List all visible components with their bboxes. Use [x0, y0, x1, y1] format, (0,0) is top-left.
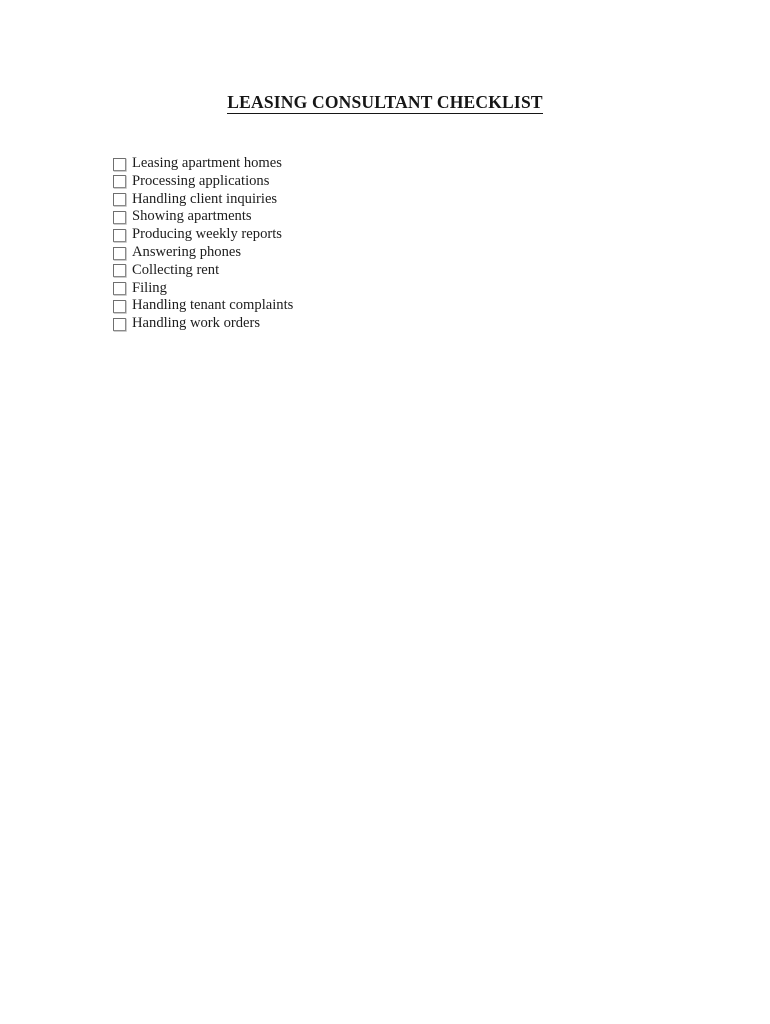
list-item[interactable]: Filing: [113, 280, 633, 298]
list-item[interactable]: Producing weekly reports: [113, 226, 633, 244]
checkbox-icon[interactable]: [113, 246, 126, 260]
list-item-label: Showing apartments: [132, 208, 252, 225]
list-item[interactable]: Handling tenant complaints: [113, 297, 633, 315]
checkbox-icon[interactable]: [113, 157, 126, 171]
list-item-label: Leasing apartment homes: [132, 155, 282, 171]
list-item-label: Answering phones: [132, 243, 242, 260]
checkbox-icon[interactable]: [113, 210, 126, 224]
list-item-label: Handling tenant complaints: [132, 297, 294, 314]
list-item-label: Processing applications: [132, 172, 270, 189]
list-item-label: Handling client inquiries: [132, 190, 278, 207]
list-item-label: Producing weekly reports: [132, 226, 282, 243]
list-item[interactable]: Leasing apartment homes: [113, 155, 633, 173]
list-item-label: Collecting rent: [132, 261, 220, 278]
list-item-label: Handling work orders: [132, 315, 261, 332]
document-page: LEASING CONSULTANT CHECKLIST Leasing apa…: [0, 0, 770, 1024]
checkbox-icon[interactable]: [113, 282, 126, 296]
list-item[interactable]: Handling client inquiries: [113, 191, 633, 209]
checklist: Leasing apartment homes Processing appli…: [113, 155, 633, 333]
list-item-label: Filing: [132, 279, 167, 296]
list-item[interactable]: Collecting rent: [113, 262, 633, 280]
page-title-text: LEASING CONSULTANT CHECKLIST: [227, 92, 543, 114]
checkbox-icon[interactable]: [113, 175, 126, 189]
list-item[interactable]: Answering phones: [113, 244, 633, 262]
checkbox-icon[interactable]: [113, 317, 126, 331]
checkbox-icon[interactable]: [113, 264, 126, 278]
checkbox-icon[interactable]: [113, 228, 126, 242]
list-item[interactable]: Showing apartments: [113, 208, 633, 226]
list-item[interactable]: Handling work orders: [113, 315, 633, 333]
list-item[interactable]: Processing applications: [113, 173, 633, 191]
checkbox-icon[interactable]: [113, 193, 126, 207]
checkbox-icon[interactable]: [113, 299, 126, 313]
page-title: LEASING CONSULTANT CHECKLIST: [0, 92, 770, 114]
